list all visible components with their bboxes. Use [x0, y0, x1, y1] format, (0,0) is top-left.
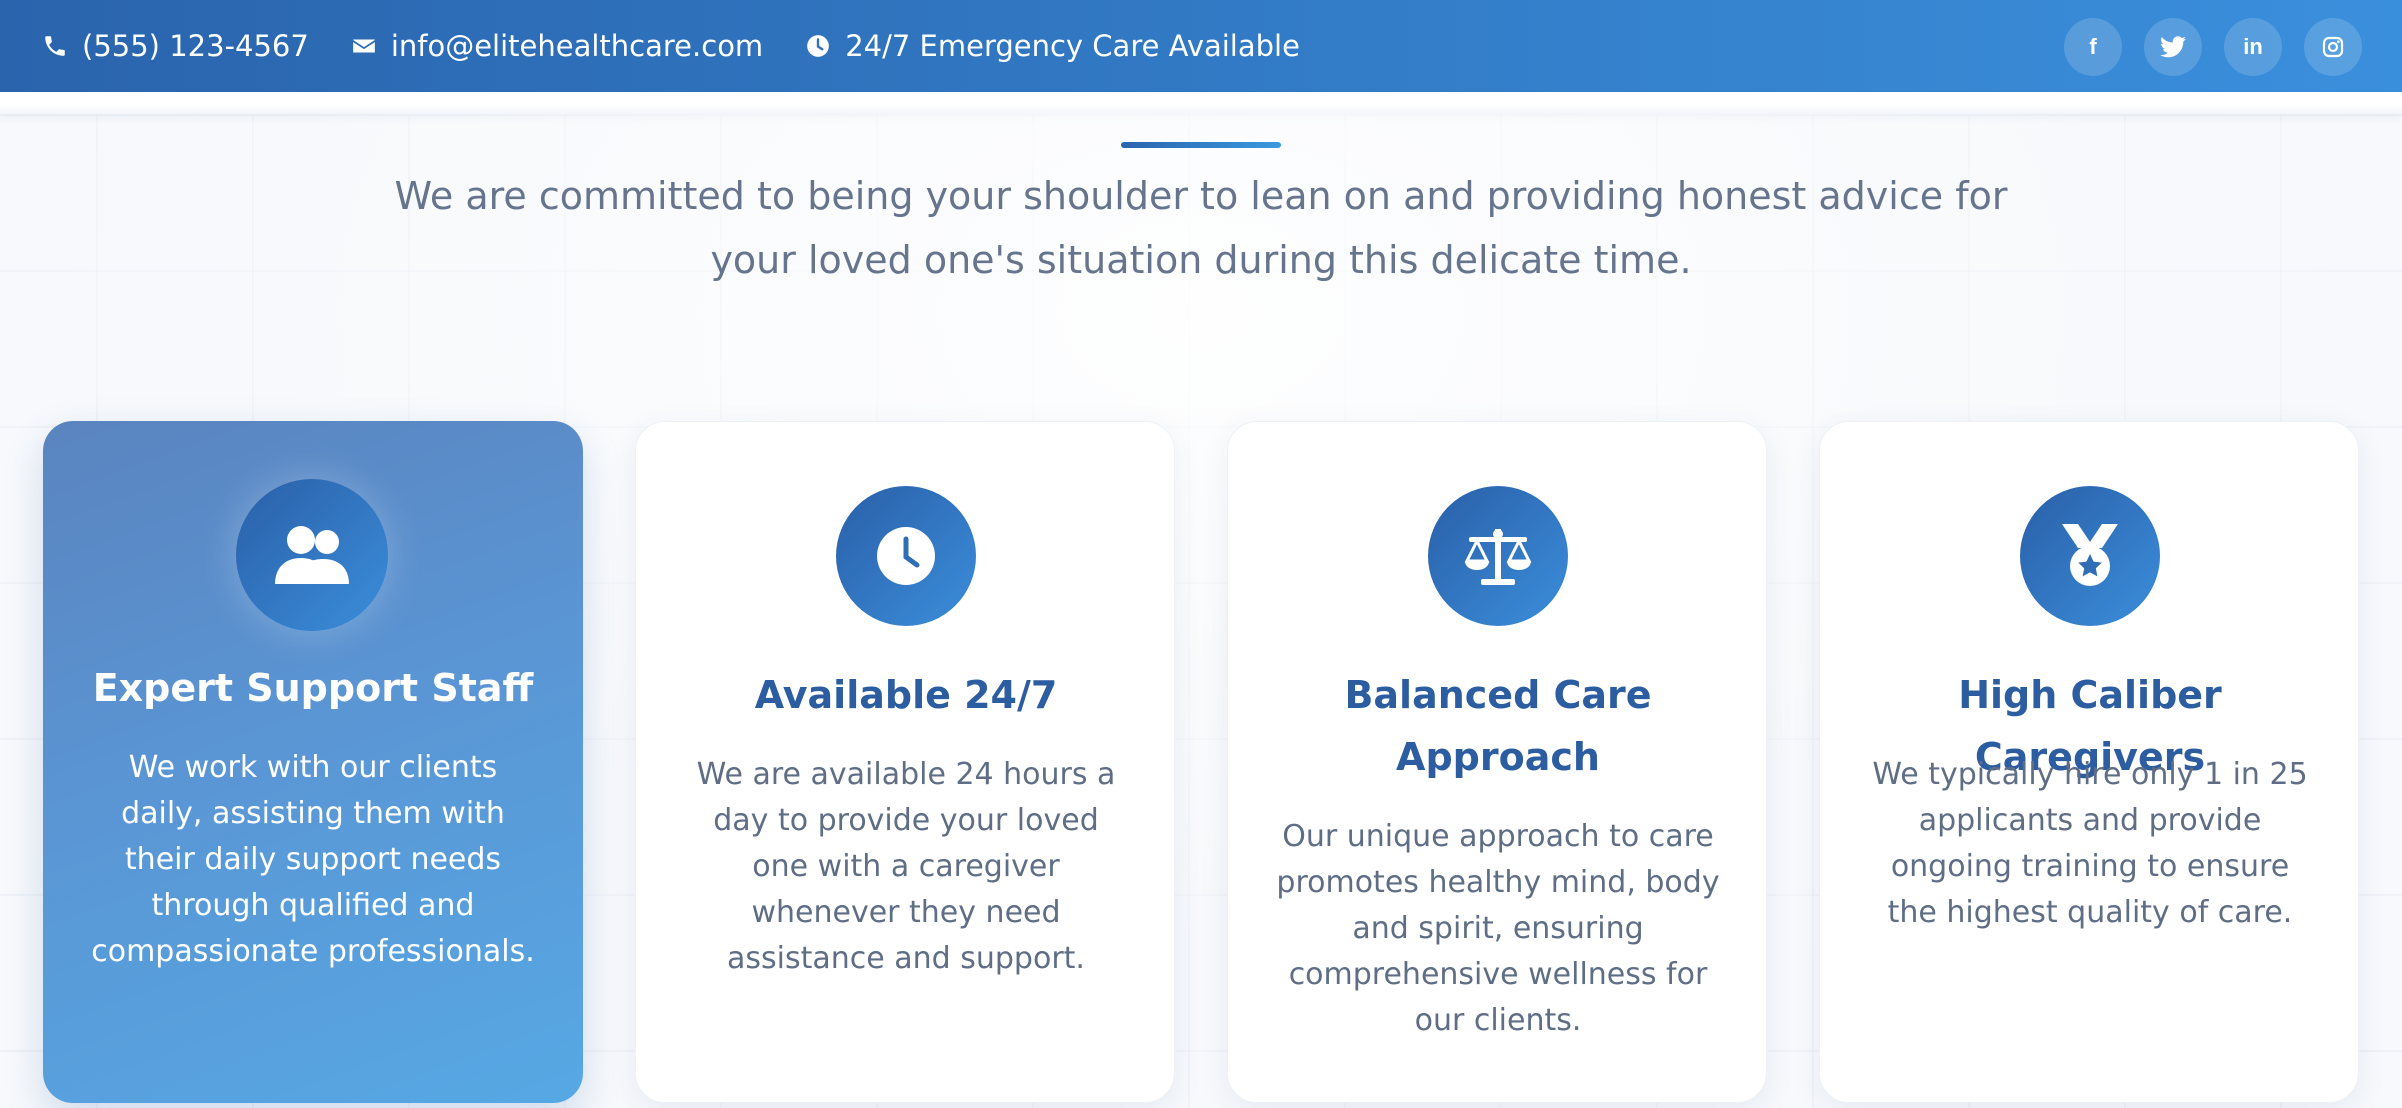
section-intro-text: We are committed to being your shoulder …: [394, 174, 2008, 282]
email-address: info@elitehealthcare.com: [390, 29, 764, 63]
clock-icon: [836, 486, 976, 626]
feature-card-high-caliber[interactable]: High Caliber Caregivers We typically hir…: [1819, 421, 2359, 1103]
users-icon: [236, 479, 388, 631]
facebook-icon[interactable]: f: [2064, 18, 2122, 76]
linkedin-icon[interactable]: in: [2224, 18, 2282, 76]
medal-icon: [2020, 486, 2160, 626]
emergency-text: 24/7 Emergency Care Available: [845, 29, 1300, 63]
header-divider: [0, 92, 2402, 114]
clock-icon: [807, 35, 830, 57]
feature-card-available[interactable]: Available 24/7 We are available 24 hours…: [635, 421, 1175, 1103]
top-contact-bar: (555) 123-4567 info@elitehealthcare.com …: [0, 0, 2402, 92]
phone-contact[interactable]: (555) 123-4567: [42, 29, 309, 63]
section-accent-line: [1121, 142, 1281, 148]
twitter-icon[interactable]: [2144, 18, 2202, 76]
social-links: f in: [2042, 18, 2362, 76]
feature-card-balanced-care[interactable]: Balanced Care Approach Our unique approa…: [1227, 421, 1767, 1103]
feature-description: Our unique approach to care promotes hea…: [1276, 819, 1720, 1038]
phone-icon: [45, 36, 65, 56]
feature-title: Expert Support Staff: [92, 666, 534, 710]
feature-description: We work with our clients daily, assistin…: [91, 750, 535, 969]
instagram-icon[interactable]: [2304, 18, 2362, 76]
emergency-info: 24/7 Emergency Care Available: [805, 29, 1300, 63]
email-contact[interactable]: info@elitehealthcare.com: [351, 29, 763, 63]
feature-card-expert-support[interactable]: Expert Support Staff We work with our cl…: [43, 421, 583, 1103]
feature-description: We are available 24 hours a day to provi…: [696, 757, 1116, 976]
balance-scale-icon: [1428, 486, 1568, 626]
feature-title: Available 24/7: [754, 673, 1058, 717]
envelope-icon: [352, 39, 375, 53]
feature-description: We typically hire only 1 in 25 applicant…: [1872, 757, 2308, 930]
feature-title: Balanced Care Approach: [1344, 673, 1652, 779]
phone-number: (555) 123-4567: [82, 29, 309, 63]
